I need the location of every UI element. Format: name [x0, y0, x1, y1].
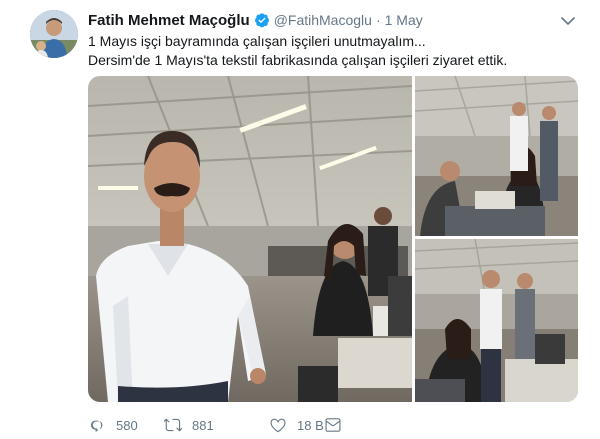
retweet-count: 881	[192, 417, 214, 433]
envelope-icon	[325, 418, 341, 432]
tweet-text: 1 Mayıs işçi bayramında çalışan işçileri…	[88, 32, 588, 70]
retweet-icon	[164, 418, 182, 432]
photo-bottom-right[interactable]	[415, 239, 578, 402]
reply-button[interactable]: 580	[88, 416, 164, 434]
photo-top-right[interactable]	[415, 76, 578, 236]
reply-icon	[91, 420, 103, 432]
like-count: 18 B	[297, 417, 324, 433]
tweet-date[interactable]: 1 May	[385, 12, 423, 28]
dm-button[interactable]	[324, 416, 352, 434]
like-button[interactable]: 18 B	[269, 416, 324, 434]
author-handle[interactable]: @FatihMacoglu	[274, 12, 372, 28]
heart-icon	[270, 418, 286, 433]
tweet-text-line-2: Dersim'de 1 Mayıs'ta tekstil fabrikasınd…	[88, 52, 508, 68]
separator-dot: ·	[375, 12, 381, 28]
media-grid	[88, 76, 578, 402]
retweet-button[interactable]: 881	[164, 416, 269, 434]
tweet-header: Fatih Mehmet Maçoğlu @FatihMacoglu · 1 M…	[88, 10, 423, 30]
photo-main[interactable]	[88, 76, 412, 402]
reply-count: 580	[116, 417, 138, 433]
avatar[interactable]	[30, 10, 78, 58]
chevron-down-icon[interactable]	[559, 12, 577, 30]
tweet-text-line-1: 1 Mayıs işçi bayramında çalışan işçileri…	[88, 33, 426, 49]
verified-badge-icon	[254, 12, 270, 28]
tweet-actions: 580 881 18 B	[88, 414, 352, 436]
tweet-card[interactable]: Fatih Mehmet Maçoğlu @FatihMacoglu · 1 M…	[0, 0, 600, 439]
author-name[interactable]: Fatih Mehmet Maçoğlu	[88, 12, 250, 29]
